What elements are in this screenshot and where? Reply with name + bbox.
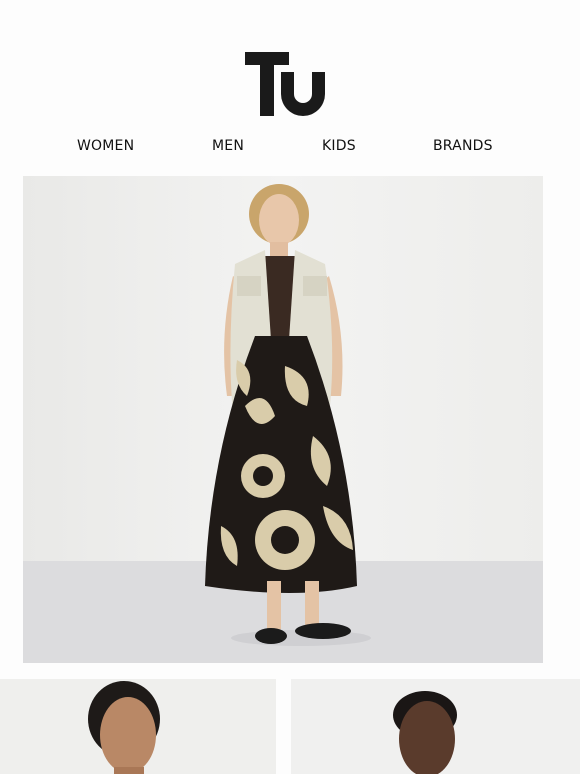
nav-brands[interactable]: BRANDS xyxy=(433,138,493,154)
tile-right-model-illustration xyxy=(291,679,580,774)
hero-model-illustration xyxy=(23,176,543,663)
product-tile-right[interactable] xyxy=(291,679,580,774)
nav-women[interactable]: WOMEN xyxy=(77,138,134,154)
hero-image[interactable] xyxy=(23,176,543,663)
nav-men[interactable]: MEN xyxy=(212,138,244,154)
main-nav: WOMEN MEN KIDS BRANDS xyxy=(0,138,580,160)
tu-logo[interactable]: Tu xyxy=(245,52,325,118)
tile-left-model-illustration xyxy=(0,679,276,774)
product-tile-left[interactable] xyxy=(0,679,276,774)
nav-kids[interactable]: KIDS xyxy=(322,138,356,154)
tu-logo-mark: Tu xyxy=(245,52,325,116)
